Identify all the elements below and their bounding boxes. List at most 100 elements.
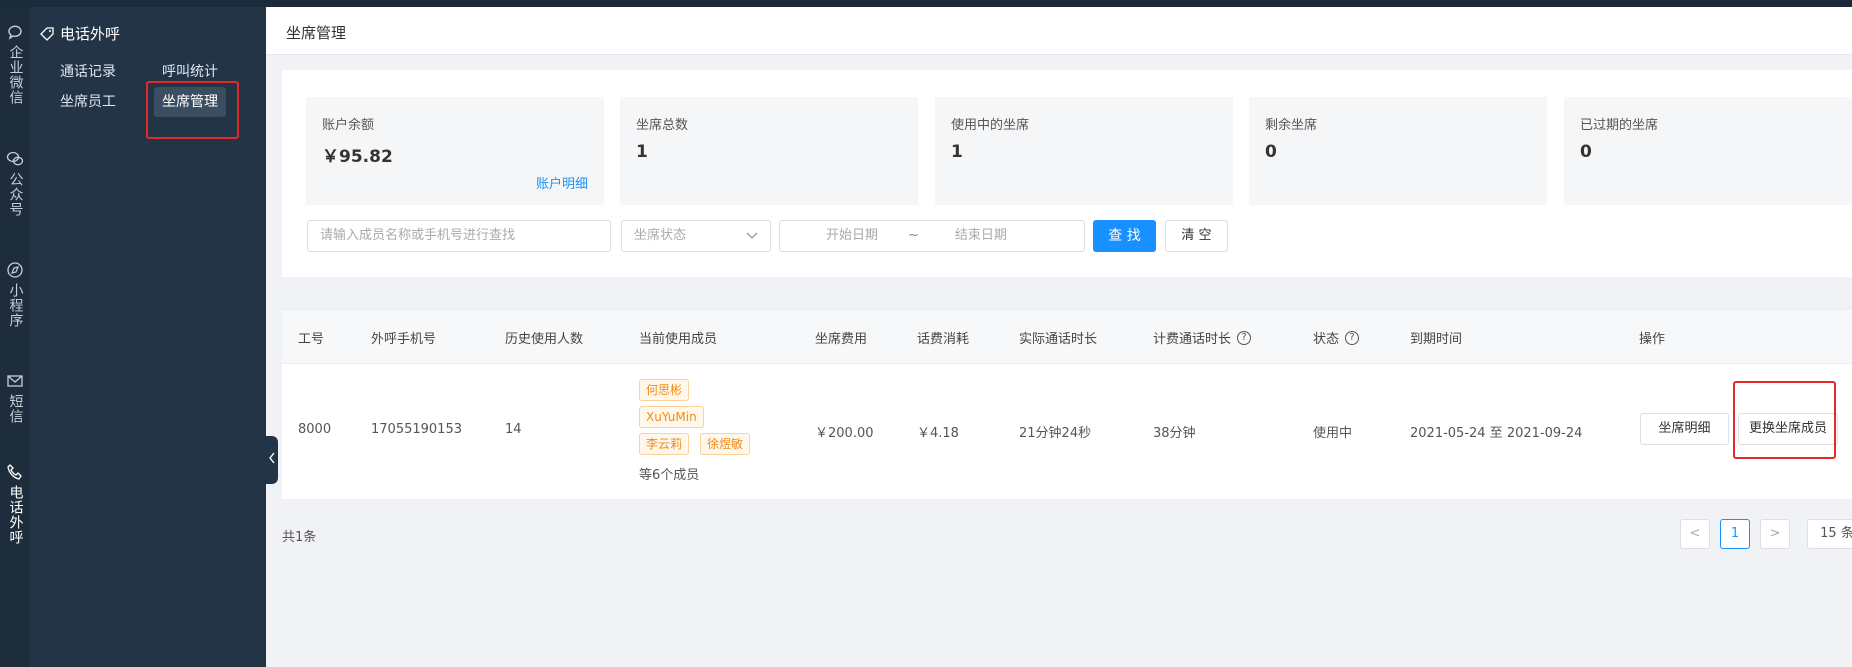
clear-button[interactable]: 清 空: [1165, 220, 1228, 252]
table-header: 工号 外呼手机号 历史使用人数 当前使用成员 坐席费用 话费消耗 实际通话时长 …: [282, 310, 1852, 364]
col-billed-duration: 计费通话时长?: [1153, 328, 1252, 347]
cell-phone: 17055190153: [371, 422, 462, 437]
sub-sidebar: 电话外呼 通话记录 呼叫统计 坐席员工 坐席管理: [30, 7, 266, 667]
member-tag: 何思彬: [639, 379, 690, 401]
seat-detail-button[interactable]: 坐席明细: [1640, 413, 1729, 445]
account-detail-link[interactable]: 账户明细: [536, 173, 588, 192]
app-rail: 企业微信 公众号 小程序 短信 电话外呼: [0, 7, 30, 667]
cell-call-cost: ￥4.18: [917, 426, 959, 441]
stat-card-remaining: 剩余坐席 0: [1249, 97, 1547, 205]
subnav-link-seat-management[interactable]: 坐席管理: [154, 87, 226, 117]
cell-actual-duration: 21分钟24秒: [1019, 426, 1092, 441]
stat-card-expired: 已过期的坐席 0: [1564, 97, 1852, 205]
stat-card-balance: 账户余额 ￥95.82 账户明细: [306, 97, 604, 205]
subnav-title: 电话外呼: [40, 23, 120, 44]
seat-status-placeholder: 坐席状态: [634, 228, 687, 243]
rail-label: 企业微信: [7, 45, 24, 105]
col-label: 到期时间: [1410, 332, 1463, 347]
rail-item-phone[interactable]: 电话外呼: [0, 463, 30, 549]
rail-label: 短信: [7, 394, 24, 424]
col-label: 操作: [1639, 332, 1666, 347]
stat-card-in-use: 使用中的坐席 1: [935, 97, 1233, 205]
cell-fee: ￥200.00: [815, 426, 874, 441]
rail-label: 公众号: [7, 172, 24, 217]
page-number-button[interactable]: 1: [1720, 519, 1750, 549]
member-tag: 徐煜敏: [700, 433, 751, 455]
members-more: 等6个成员: [639, 468, 700, 483]
col-label: 外呼手机号: [371, 332, 437, 347]
rail-item-miniprogram[interactable]: 小程序: [0, 261, 30, 332]
cell-history: 14: [505, 422, 522, 437]
chat-bubble-icon: [8, 25, 22, 40]
col-actions: 操作: [1639, 328, 1665, 347]
col-history: 历史使用人数: [505, 328, 583, 347]
col-label: 坐席费用: [815, 332, 868, 347]
seat-status-select[interactable]: 坐席状态: [621, 220, 771, 252]
wechat-icon: [6, 151, 24, 166]
col-label: 实际通话时长: [1019, 332, 1098, 347]
stat-value: 1: [636, 142, 648, 162]
stat-label: 剩余坐席: [1265, 118, 1318, 133]
prev-page-button[interactable]: <: [1680, 519, 1710, 549]
rail-item-official-account[interactable]: 公众号: [0, 150, 30, 221]
member-tag: XuYuMin: [639, 406, 704, 428]
col-label: 话费消耗: [917, 332, 970, 347]
stat-label: 坐席总数: [636, 118, 689, 133]
stat-value: 0: [1580, 142, 1592, 162]
col-label: 当前使用成员: [639, 332, 718, 347]
next-page-button[interactable]: >: [1760, 519, 1790, 549]
rail-item-wecom[interactable]: 企业微信: [0, 23, 30, 109]
search-input[interactable]: 请输入成员名称或手机号进行查找: [307, 220, 611, 252]
stat-value: ￥95.82: [322, 147, 393, 167]
cell-expire: 2021-05-24 至 2021-09-24: [1410, 426, 1583, 441]
col-label: 状态: [1313, 332, 1340, 347]
col-label: 工号: [298, 332, 325, 347]
date-separator: ~: [908, 228, 919, 243]
stat-label: 已过期的坐席: [1580, 118, 1659, 133]
col-members: 当前使用成员: [639, 328, 717, 347]
help-icon[interactable]: ?: [1237, 330, 1252, 345]
total-count: 共1条: [282, 530, 317, 545]
cell-id: 8000: [298, 422, 332, 437]
stat-card-total-seats: 坐席总数 1: [620, 97, 918, 205]
rail-label: 小程序: [7, 283, 24, 328]
subnav-link-call-stats[interactable]: 呼叫统计: [154, 57, 226, 87]
col-status: 状态?: [1313, 328, 1360, 347]
subnav-link-call-records[interactable]: 通话记录: [52, 57, 124, 87]
subnav-title-text: 电话外呼: [60, 25, 121, 43]
col-id: 工号: [298, 328, 324, 347]
stat-label: 使用中的坐席: [951, 118, 1030, 133]
start-date-placeholder: 开始日期: [826, 228, 879, 243]
col-call-cost: 话费消耗: [917, 328, 969, 347]
help-icon[interactable]: ?: [1345, 330, 1360, 345]
chevron-left-icon: [269, 452, 275, 464]
col-actual-duration: 实际通话时长: [1019, 328, 1097, 347]
cell-billed-duration: 38分钟: [1153, 426, 1196, 441]
compass-icon: [7, 262, 23, 278]
end-date-placeholder: 结束日期: [954, 228, 1007, 243]
sidebar-collapse-button[interactable]: [266, 436, 278, 484]
summary-panel: 账户余额 ￥95.82 账户明细 坐席总数 1 使用中的坐席 1 剩余坐席 0 …: [282, 70, 1852, 277]
date-range-picker[interactable]: 开始日期 ~ 结束日期: [779, 220, 1085, 252]
page-size-select[interactable]: 15 条: [1807, 519, 1852, 549]
rail-label: 电话外呼: [7, 485, 24, 545]
seat-table: 工号 外呼手机号 历史使用人数 当前使用成员 坐席费用 话费消耗 实际通话时长 …: [282, 309, 1852, 499]
page-title: 坐席管理: [286, 24, 347, 42]
stat-value: 1: [951, 142, 963, 162]
envelope-icon: [7, 375, 23, 387]
search-button[interactable]: 查 找: [1093, 220, 1156, 252]
stat-value: 0: [1265, 142, 1277, 162]
tag-icon: [40, 26, 54, 41]
stat-label: 账户余额: [322, 118, 375, 133]
col-phone: 外呼手机号: [371, 328, 436, 347]
col-label: 计费通话时长: [1153, 332, 1232, 347]
cell-status: 使用中: [1313, 426, 1353, 441]
col-expire: 到期时间: [1410, 328, 1462, 347]
rail-item-sms[interactable]: 短信: [0, 372, 30, 428]
member-tag: 李云莉: [639, 433, 690, 455]
replace-member-button[interactable]: 更换坐席成员: [1738, 413, 1838, 445]
subnav-link-agents[interactable]: 坐席员工: [52, 87, 124, 117]
page-header: 坐席管理: [266, 7, 1852, 55]
col-label: 历史使用人数: [505, 332, 584, 347]
phone-icon: [7, 464, 22, 480]
